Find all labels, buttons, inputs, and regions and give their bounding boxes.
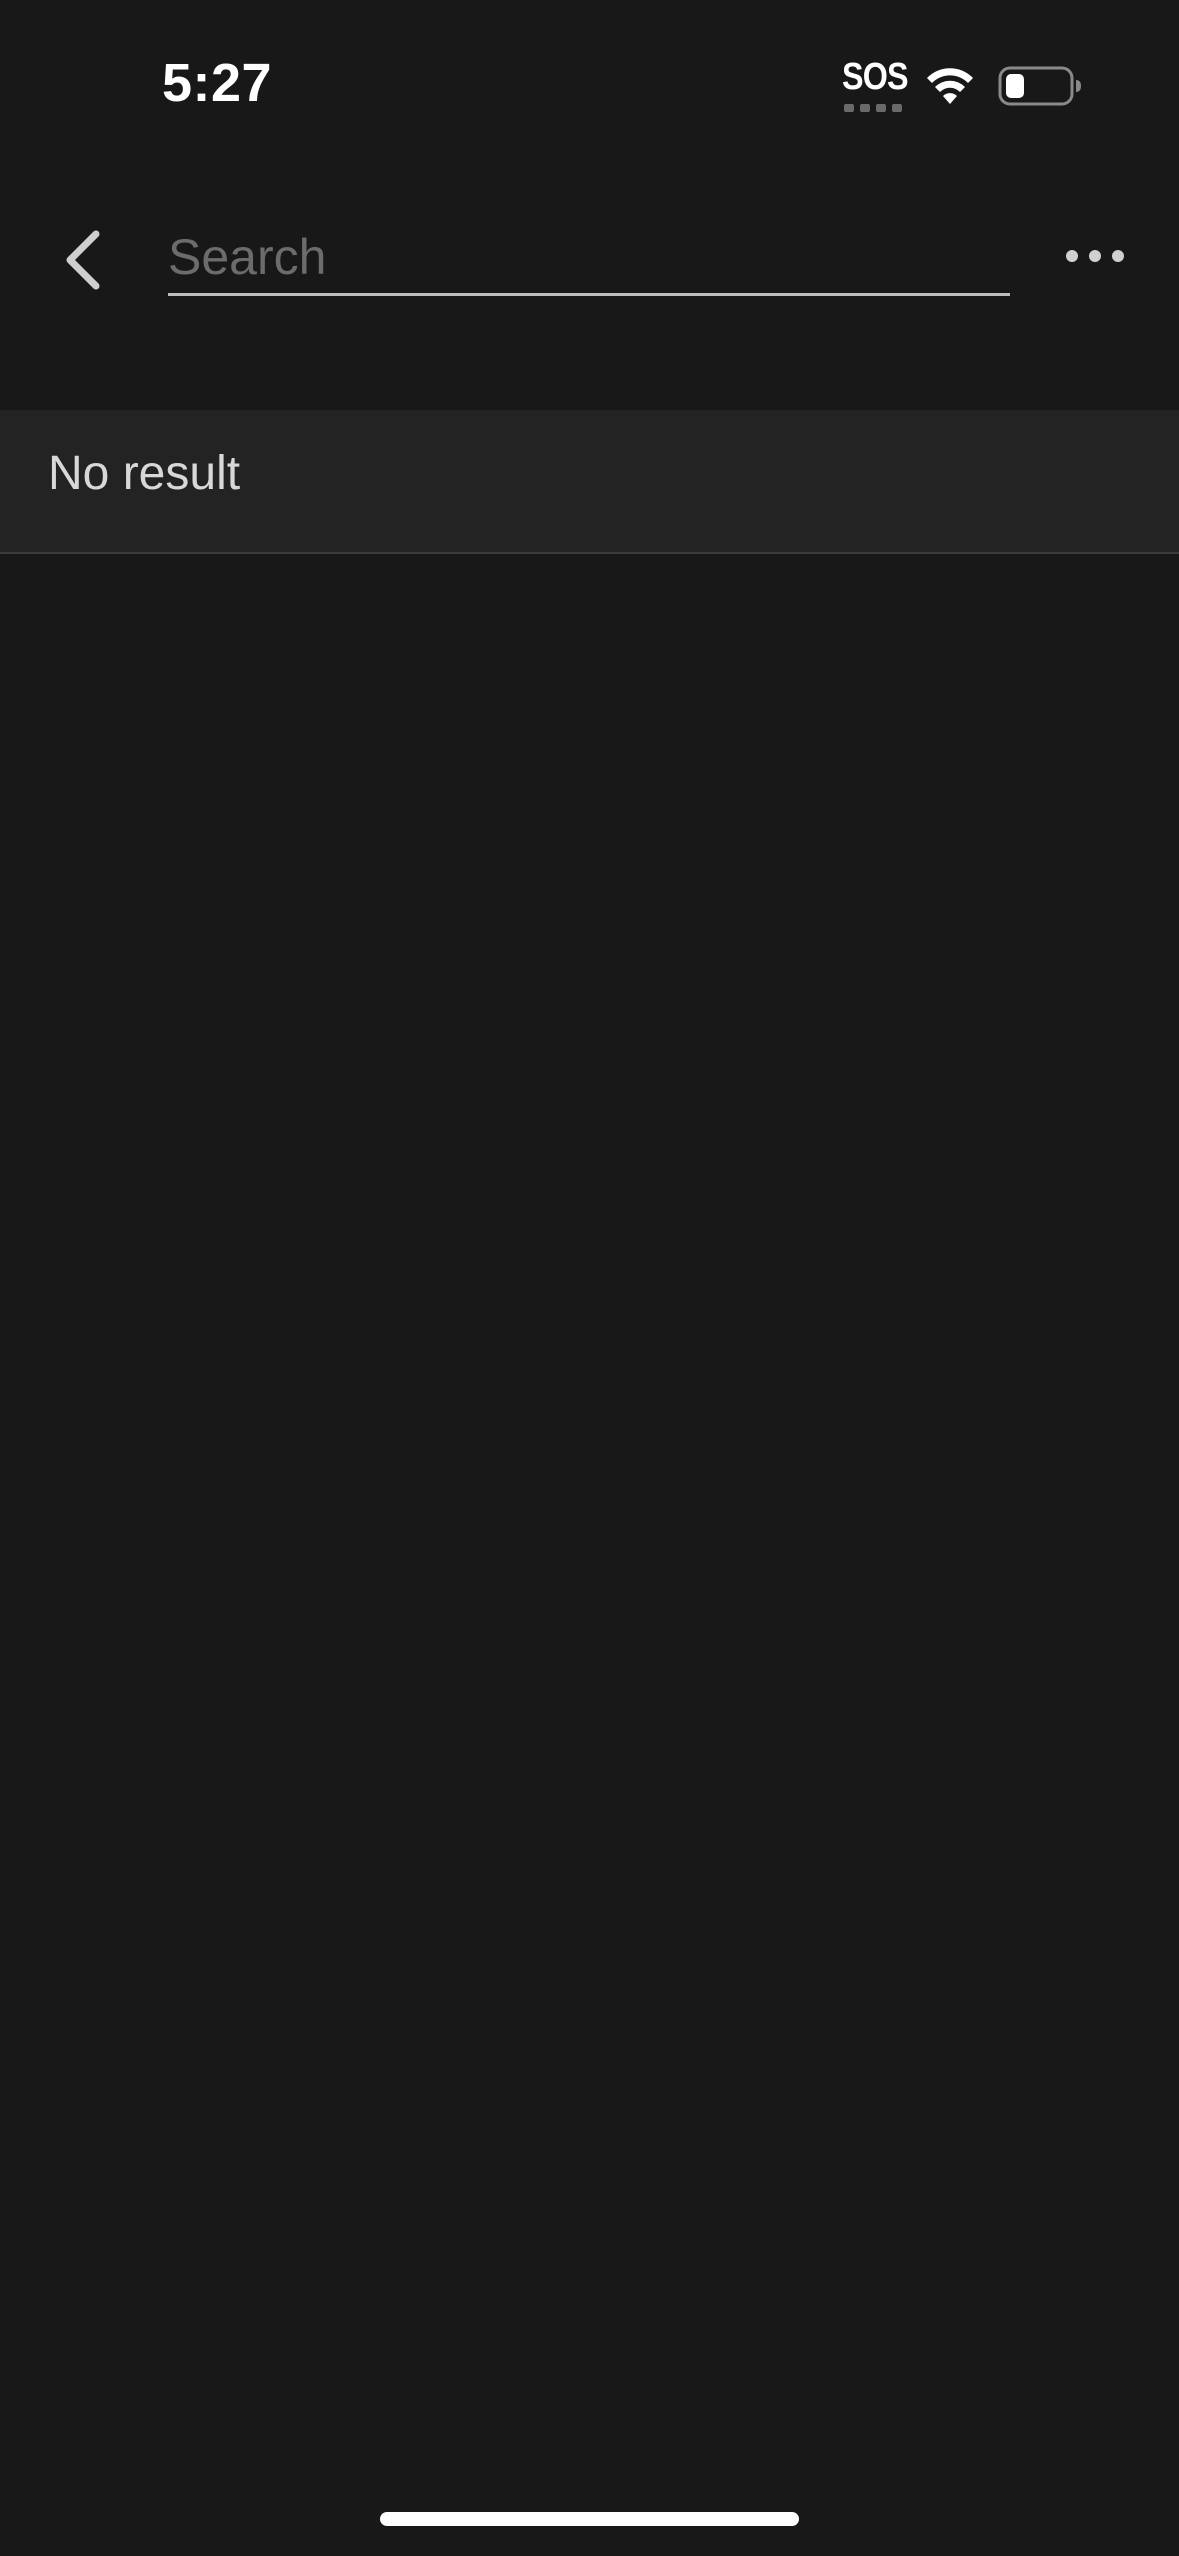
- more-options-button[interactable]: [1060, 226, 1130, 286]
- battery-icon: [998, 66, 1081, 106]
- home-indicator[interactable]: [380, 2512, 799, 2526]
- more-horizontal-icon: [1066, 250, 1124, 262]
- sos-signal-icon: SOS: [842, 56, 909, 118]
- search-screen: 5:27 SOS Search No result: [0, 0, 1179, 2556]
- status-bar: 5:27 SOS: [0, 0, 1179, 160]
- chevron-left-icon: [66, 230, 100, 290]
- signal-dots: [844, 104, 902, 112]
- search-input[interactable]: [168, 220, 1010, 296]
- empty-result-row: No result: [0, 410, 1179, 554]
- search-header: [0, 190, 1179, 330]
- status-time: 5:27: [162, 53, 273, 113]
- wifi-icon: [927, 68, 973, 104]
- carrier-label: SOS: [842, 56, 909, 98]
- no-result-label: No result: [48, 447, 241, 500]
- back-button[interactable]: [40, 220, 130, 300]
